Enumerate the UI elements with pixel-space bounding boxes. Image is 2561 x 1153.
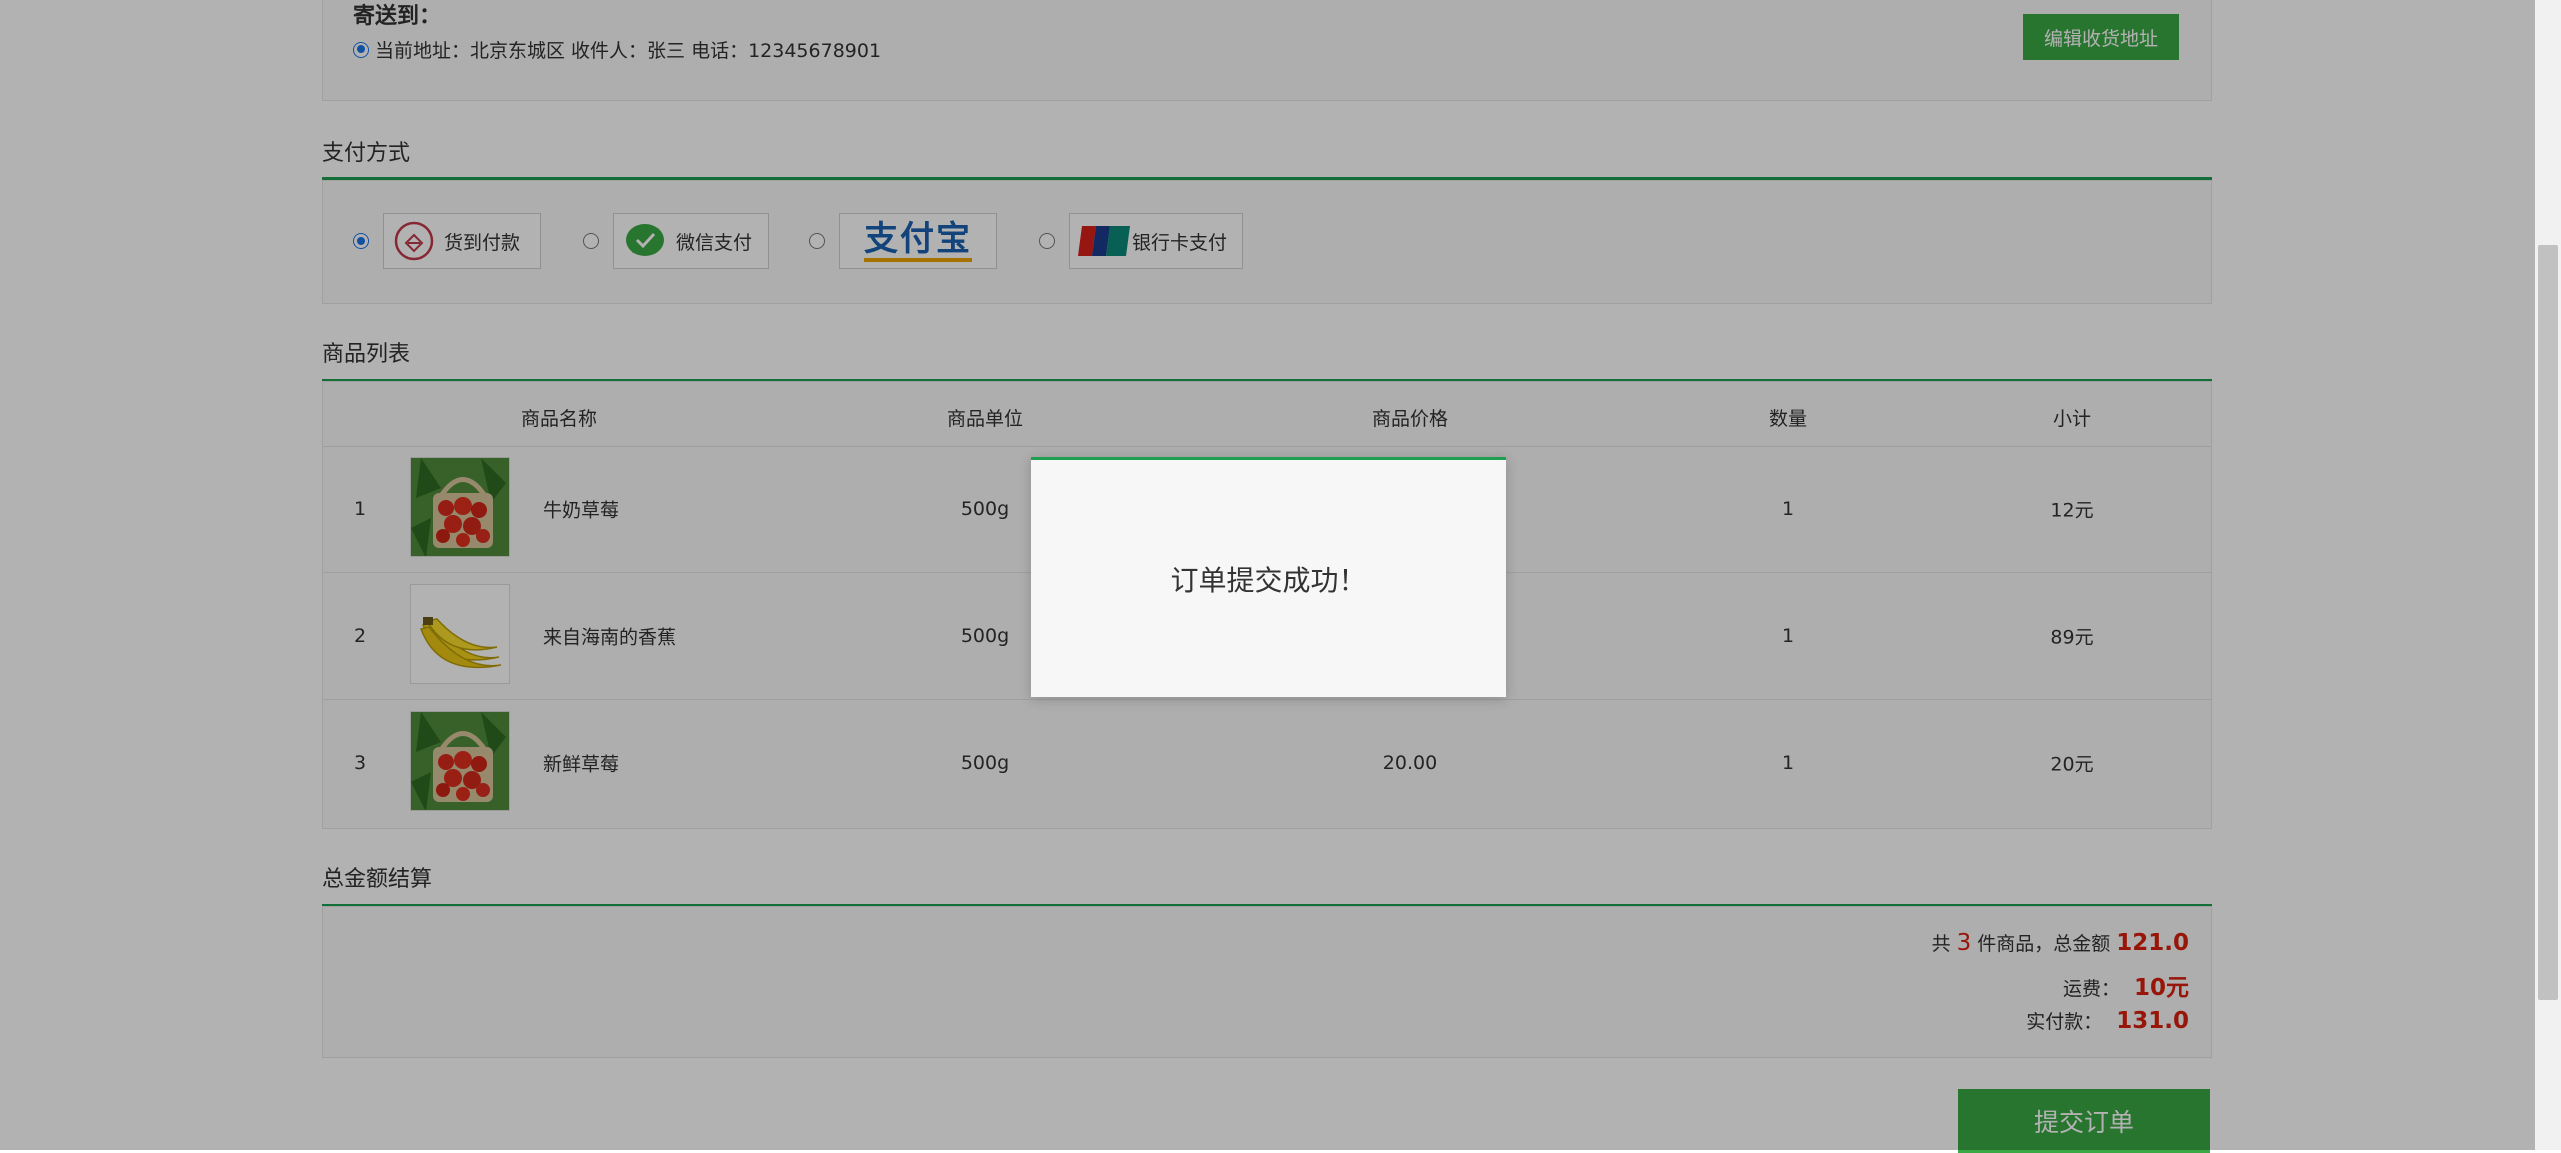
vertical-scrollbar[interactable]	[2535, 0, 2561, 1150]
dialog-message: 订单提交成功！	[1170, 563, 1367, 597]
scrollbar-thumb[interactable]	[2538, 245, 2558, 1000]
success-dialog: 订单提交成功！	[1031, 457, 1506, 697]
